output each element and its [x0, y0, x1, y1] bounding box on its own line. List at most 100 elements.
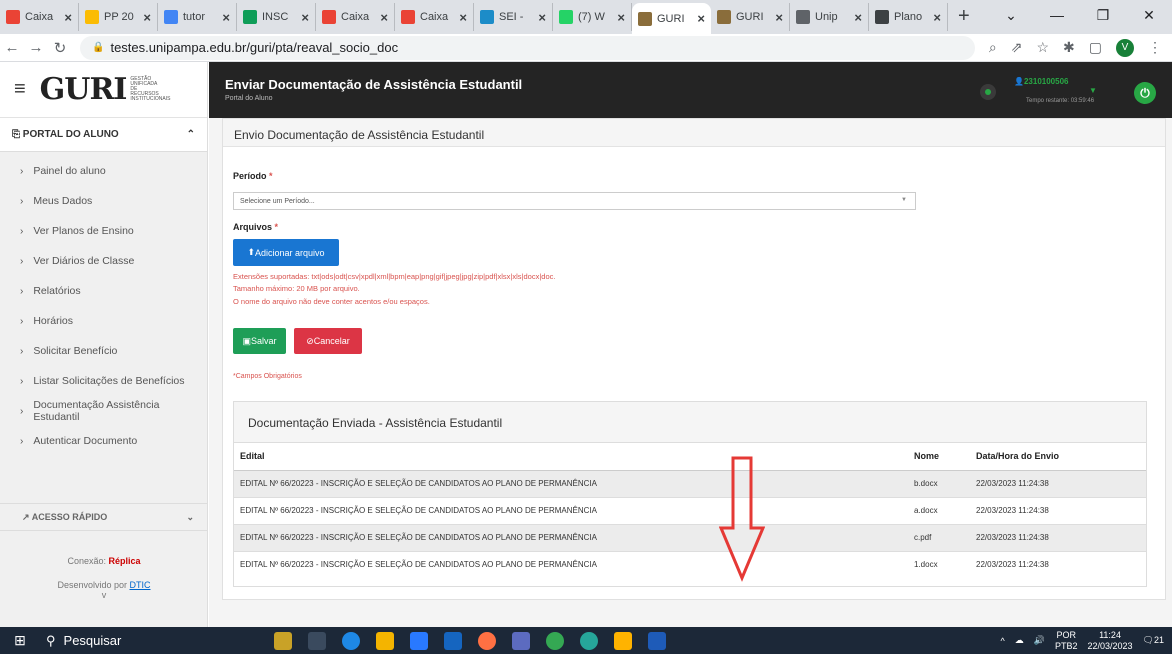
back-icon[interactable]: ← — [0, 39, 24, 56]
sidebar-menu-item[interactable]: › Ver Diários de Classe — [0, 246, 207, 276]
tab-title: Unip — [815, 11, 838, 23]
gmail-icon — [322, 10, 336, 24]
chevron-right-icon: › — [20, 315, 24, 327]
new-tab-button[interactable]: + — [958, 5, 970, 28]
user-dropdown-icon[interactable]: ▼ — [1089, 86, 1097, 95]
browser-tab[interactable]: Caixa × — [316, 3, 395, 31]
notification-icon[interactable]: 🗨21 — [1143, 635, 1164, 646]
mail-icon[interactable] — [444, 631, 462, 650]
tray-chevron-icon[interactable]: ^ — [1001, 636, 1005, 646]
browser-tab[interactable]: GURI × — [632, 3, 711, 34]
close-window-button[interactable]: ✕ — [1126, 7, 1172, 24]
edge-icon[interactable] — [342, 631, 360, 650]
forward-icon[interactable]: → — [24, 39, 48, 56]
tab-close-icon[interactable]: × — [64, 10, 72, 25]
vpn-icon[interactable] — [512, 631, 530, 650]
periodo-select[interactable]: Selecione um Período... ▼ — [233, 192, 916, 210]
external-link-icon: ↗ — [22, 511, 32, 522]
dtic-link[interactable]: DTIC — [130, 580, 151, 590]
file-explorer-icon[interactable] — [376, 631, 394, 650]
user-id[interactable]: 👤2310100506 — [1014, 77, 1068, 86]
sidepanel-icon[interactable]: ▢ — [1089, 39, 1102, 56]
sidebar-menu-item[interactable]: › Listar Solicitações de Benefícios — [0, 366, 207, 396]
share-icon[interactable]: ⇗ — [1011, 39, 1023, 56]
taskbar-search[interactable]: ⚲ Pesquisar — [40, 633, 230, 649]
clock[interactable]: 11:24 22/03/2023 — [1088, 630, 1133, 652]
browser-tab[interactable]: SEI - × — [474, 3, 553, 31]
sidebar-menu-item[interactable]: › Solicitar Benefício — [0, 336, 207, 366]
browser-tab[interactable]: GURI × — [711, 3, 790, 31]
browser-tab[interactable]: Caixa × — [395, 3, 474, 31]
extensions-icon[interactable]: ✱ — [1063, 39, 1075, 56]
menu-item-label: Painel do aluno — [33, 165, 106, 177]
portal-section-header[interactable]: ⎘ PORTAL DO ALUNO ⌃ — [0, 118, 207, 152]
sidebar-menu-item[interactable]: › Meus Dados — [0, 186, 207, 216]
bookmark-star-icon[interactable]: ☆ — [1036, 39, 1049, 56]
browser-tab[interactable]: Caixa × — [0, 3, 79, 31]
tab-close-icon[interactable]: × — [933, 10, 941, 25]
sidebar-menu-item[interactable]: › Documentação Assistência Estudantil — [0, 396, 207, 426]
store-icon[interactable] — [410, 631, 428, 650]
browser-tab[interactable]: INSC × — [237, 3, 316, 31]
volume-icon[interactable]: 🔊 — [1034, 635, 1045, 646]
chevron-up-icon: ⌃ — [186, 129, 195, 140]
tab-close-icon[interactable]: × — [538, 10, 546, 25]
profile-avatar[interactable]: V — [1116, 38, 1134, 57]
browser-tab[interactable]: (7) W × — [553, 3, 632, 31]
firefox-icon[interactable] — [478, 631, 496, 650]
app-icon[interactable] — [614, 631, 632, 650]
task-view-icon[interactable] — [308, 631, 326, 650]
tab-close-icon[interactable]: × — [459, 10, 467, 25]
minimize-button[interactable]: — — [1034, 7, 1080, 23]
chrome-icon[interactable] — [546, 631, 564, 650]
tab-close-icon[interactable]: × — [775, 10, 783, 25]
sidebar-menu-item[interactable]: › Ver Planos de Ensino — [0, 216, 207, 246]
add-file-button[interactable]: ⬆ Adicionar arquivo — [233, 239, 339, 266]
developer-label: Desenvolvido por — [57, 580, 130, 590]
sidebar-menu-item[interactable]: › Horários — [0, 306, 207, 336]
sidebar-menu-item[interactable]: › Relatórios — [0, 276, 207, 306]
tab-close-icon[interactable]: × — [222, 10, 230, 25]
tab-close-icon[interactable]: × — [143, 10, 151, 25]
language-indicator[interactable]: POR PTB2 — [1055, 630, 1078, 652]
theme-toggle-icon[interactable] — [980, 84, 996, 100]
sidebar-menu-item[interactable]: › Painel do aluno — [0, 156, 207, 186]
column-edital: Edital — [234, 443, 908, 471]
tab-close-icon[interactable]: × — [697, 11, 705, 26]
browser-tab[interactable]: tutor × — [158, 3, 237, 31]
acesso-rapido-header[interactable]: ↗ ACESSO RÁPIDO ⌄ — [0, 503, 208, 531]
tab-title: SEI - — [499, 11, 524, 23]
tab-title: GURI — [736, 11, 764, 23]
sidebar-menu-item[interactable]: › Autenticar Documento — [0, 426, 207, 456]
save-button[interactable]: ▣ Salvar — [233, 328, 286, 354]
cell-data-hora: 22/03/2023 11:24:38 — [970, 550, 1146, 578]
logout-power-icon[interactable]: ⏻ — [1134, 82, 1156, 104]
word-icon[interactable] — [648, 631, 666, 650]
tab-close-icon[interactable]: × — [380, 10, 388, 25]
guri-icon — [717, 10, 731, 24]
network-icon[interactable]: ☁ — [1015, 635, 1024, 646]
people-app-icon[interactable] — [274, 631, 292, 650]
tab-close-icon[interactable]: × — [617, 10, 625, 25]
browser-menu-icon[interactable]: ⋮ — [1148, 39, 1162, 56]
tab-close-icon[interactable]: × — [854, 10, 862, 25]
portal-section-title: PORTAL DO ALUNO — [22, 129, 119, 140]
browser-tab[interactable]: PP 20 × — [79, 3, 158, 31]
windows-start-icon[interactable]: ⊞ — [0, 632, 40, 649]
table-row: EDITAL Nº 66/20223 - INSCRIÇÃO E SELEÇÃO… — [234, 469, 1146, 497]
browser-tab[interactable]: Plano × — [869, 3, 948, 31]
globe-icon — [796, 10, 810, 24]
hamburger-menu-icon[interactable]: ≡ — [14, 78, 26, 101]
browser-tab[interactable]: Unip × — [790, 3, 869, 31]
cancel-button[interactable]: ⊘ Cancelar — [294, 328, 362, 354]
maximize-button[interactable]: ❐ — [1080, 7, 1126, 24]
table-header-row: Edital Nome Data/Hora do Envio — [234, 443, 1146, 471]
tab-title: tutor — [183, 11, 206, 23]
sent-documents-title: Documentação Enviada - Assistência Estud… — [234, 402, 1146, 443]
zoom-icon[interactable]: ⌕ — [989, 39, 997, 56]
tab-search-icon[interactable]: ⌄ — [988, 7, 1034, 24]
reload-icon[interactable]: ↻ — [48, 39, 72, 57]
chrome-profile-icon[interactable] — [580, 631, 598, 650]
tab-close-icon[interactable]: × — [301, 10, 309, 25]
url-field[interactable]: 🔒 testes.unipampa.edu.br/guri/pta/reaval… — [80, 35, 975, 60]
